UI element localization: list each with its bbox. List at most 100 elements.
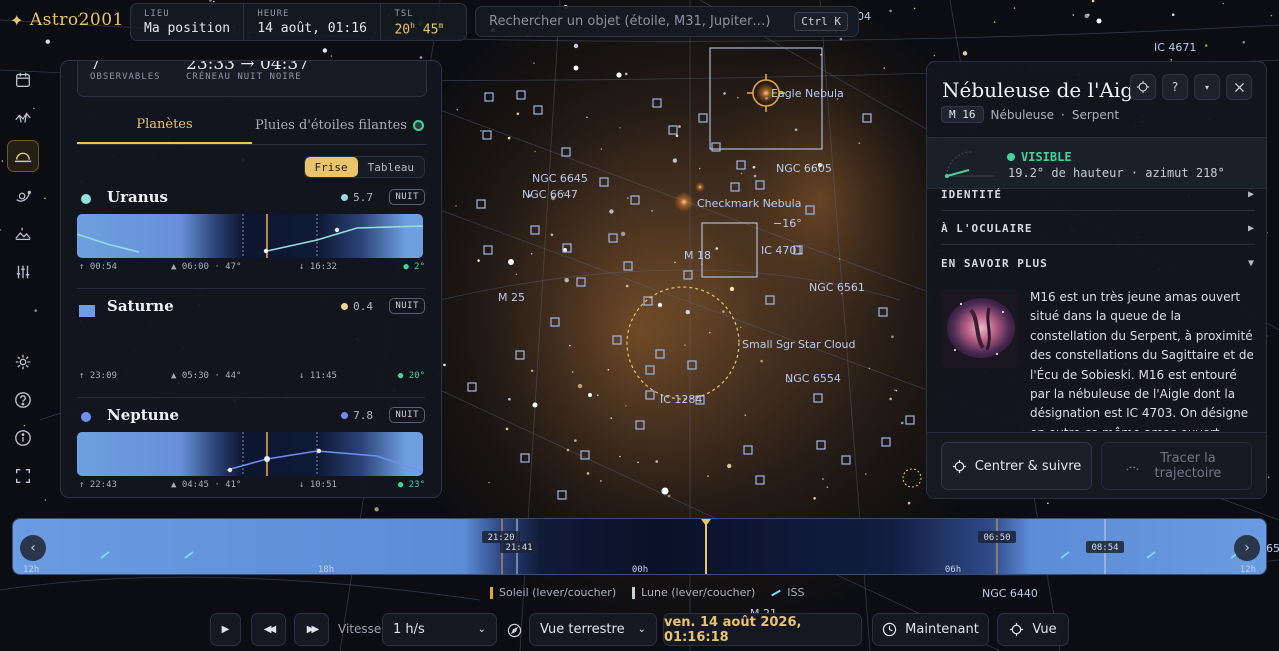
planet-row-saturne[interactable]: Saturne 0.4 NUIT ↑ 23:09 ▲ 05:30 · 44° ↓ 11:4… xyxy=(77,297,426,385)
location-cell[interactable]: LIEU Ma position xyxy=(131,4,245,40)
map-label[interactable]: NGC 6554 xyxy=(785,372,841,385)
planet-magnitude: 0.4 xyxy=(341,300,373,313)
altitude-gauge-icon xyxy=(945,151,995,178)
locate-button[interactable] xyxy=(1130,74,1156,100)
timeline-event-label: 06:50 xyxy=(983,533,1010,543)
map-label[interactable]: NGC 6440 xyxy=(982,587,1038,600)
catalog-badge: M 16 xyxy=(941,106,984,123)
panel-tabs: Planètes Pluies d'étoiles filantes xyxy=(77,107,427,145)
planet-times: ↑ 00:54 ▲ 06:00 · 47° ↓ 16:32 ● 2° xyxy=(77,258,425,276)
left-toolbar xyxy=(0,60,44,500)
rewind-icon: ◀◀ xyxy=(263,624,277,635)
map-label[interactable]: M 18 xyxy=(684,249,711,262)
dark-window-label: CRÉNEAU NUIT NOIRE xyxy=(186,72,302,82)
time-cell[interactable]: HEURE 14 août, 01:16 xyxy=(244,4,382,40)
section-identity[interactable]: IDENTITÉ ▶ xyxy=(941,179,1255,211)
planet-header: Neptune 7.8 NUIT xyxy=(77,406,425,430)
planet-name: Uranus xyxy=(107,188,168,206)
current-datetime[interactable]: ven. 14 août 2026, 01:16:18 xyxy=(663,613,862,646)
landscape-icon xyxy=(15,227,31,241)
map-label[interactable]: 04 xyxy=(857,10,871,23)
search-input[interactable] xyxy=(489,14,795,29)
map-label[interactable]: NGC 6645 xyxy=(532,172,588,185)
speed-select[interactable]: 1 h/s ⌄ xyxy=(382,613,497,646)
compass-button[interactable] xyxy=(504,620,524,640)
checkmark-nebula-glow xyxy=(674,192,694,212)
orbit-button[interactable] xyxy=(7,180,39,212)
calendar-icon xyxy=(16,72,30,87)
toggle-tableau[interactable]: Tableau xyxy=(358,157,424,177)
filters-button[interactable] xyxy=(7,256,39,288)
fullscreen-button[interactable] xyxy=(7,460,39,492)
view-toggle: Frise Tableau xyxy=(303,156,425,178)
help-button[interactable]: ? xyxy=(1162,74,1188,100)
timeline-tick-label: 06h xyxy=(945,565,961,575)
map-label[interactable]: 65 xyxy=(1266,542,1279,555)
landscape-button[interactable] xyxy=(7,218,39,250)
rewind-button[interactable]: ◀◀ xyxy=(251,613,286,646)
tab-planets[interactable]: Planètes xyxy=(77,107,252,144)
set-time: ↓ 11:45 xyxy=(299,371,337,381)
observables-label: OBSERVABLES xyxy=(90,72,161,82)
chevron-right-icon: › xyxy=(1244,540,1250,556)
tab-meteor-showers[interactable]: Pluies d'étoiles filantes xyxy=(252,107,427,144)
iss-marker-icon xyxy=(771,589,782,596)
timeline-prev-button[interactable]: ‹ xyxy=(20,535,46,561)
timeline-bar[interactable]: 12h 18h 00h 06h 12h 21:20 21:41 06:50 08:54 ‹ › xyxy=(12,518,1267,575)
sun-marker-icon xyxy=(490,586,493,599)
planet-row-uranus[interactable]: Uranus 5.7 NUIT ↑ 00:54 ▲ 06:00 · 47° ↓ 16:32… xyxy=(77,188,425,276)
timeline-next-button[interactable]: › xyxy=(1234,535,1260,561)
night-badge: NUIT xyxy=(389,298,425,314)
map-label[interactable]: NGC 6647 xyxy=(522,188,578,201)
map-label[interactable]: NGC 6605 xyxy=(776,162,832,175)
app-logo[interactable]: ✦ Astro2001 xyxy=(10,10,124,30)
trajectory-icon xyxy=(1126,466,1139,471)
map-label[interactable]: IC 4671 xyxy=(1154,41,1196,54)
map-label[interactable]: Eagle Nebula xyxy=(771,87,844,100)
close-button[interactable] xyxy=(1226,74,1252,100)
map-label[interactable]: M 25 xyxy=(498,291,525,304)
toggle-frise[interactable]: Frise xyxy=(304,157,358,177)
collapse-button[interactable]: ▾ xyxy=(1194,74,1220,100)
altitude-azimuth: 19.2° de hauteur · azimut 218° xyxy=(1008,166,1225,180)
center-and-follow-button[interactable]: Centrer & suivre xyxy=(941,442,1092,490)
map-label[interactable]: IC 4701 xyxy=(761,244,803,257)
fast-forward-button[interactable]: ▶▶ xyxy=(294,613,329,646)
planet-row-neptune[interactable]: Neptune 7.8 NUIT ↑ 22:43 ▲ 04:45 · 41° ↓ 10:5… xyxy=(77,406,425,494)
rise-time: ↑ 22:43 xyxy=(79,480,117,490)
now-button[interactable]: Maintenant xyxy=(872,613,989,646)
timeline-tick-label: 18h xyxy=(318,565,334,575)
crosshair-icon xyxy=(1010,622,1024,637)
help-icon xyxy=(15,392,31,408)
section-eyepiece[interactable]: À L'OCULAIRE ▶ xyxy=(941,213,1255,245)
horizon-button[interactable] xyxy=(7,140,39,172)
constellations-button[interactable] xyxy=(7,102,39,134)
help-button[interactable] xyxy=(7,384,39,416)
timeline-tick-label: 12h xyxy=(1240,565,1256,575)
transit-time: ▲ 04:45 · 41° xyxy=(171,480,242,490)
planet-name: Saturne xyxy=(107,297,174,315)
visibility-strip xyxy=(77,214,423,258)
view-mode-select[interactable]: Vue terrestre ⌄ xyxy=(529,613,657,646)
planet-magnitude: 7.8 xyxy=(341,409,373,422)
section-learn-more[interactable]: EN SAVOIR PLUS ▼ xyxy=(941,247,1255,279)
planets-panel: 7 OBSERVABLES 23:33 → 04:37 CRÉNEAU NUIT… xyxy=(60,60,442,498)
search-box[interactable]: Ctrl K xyxy=(475,6,859,37)
settings-button[interactable] xyxy=(7,346,39,378)
map-label[interactable]: IC 1284 xyxy=(660,393,702,406)
details-actions: Centrer & suivre Tracer la trajectoire xyxy=(927,432,1266,498)
speed-label: Vitesse xyxy=(338,622,382,636)
map-label[interactable]: NGC 6561 xyxy=(809,281,865,294)
compass-icon xyxy=(507,623,521,637)
calendar-button[interactable] xyxy=(7,64,39,96)
map-label[interactable]: −16° xyxy=(773,217,802,230)
trace-trajectory-button[interactable]: Tracer la trajectoire xyxy=(1101,442,1252,490)
view-button[interactable]: Vue xyxy=(997,613,1069,646)
info-button[interactable] xyxy=(7,422,39,454)
night-badge: NUIT xyxy=(389,407,425,423)
night-badge: NUIT xyxy=(389,189,425,205)
play-button[interactable]: ▶ xyxy=(210,613,241,646)
map-label[interactable]: Checkmark Nebula xyxy=(697,197,801,210)
rise-time: ↑ 23:09 xyxy=(79,371,117,381)
map-label[interactable]: Small Sgr Star Cloud xyxy=(742,338,856,351)
